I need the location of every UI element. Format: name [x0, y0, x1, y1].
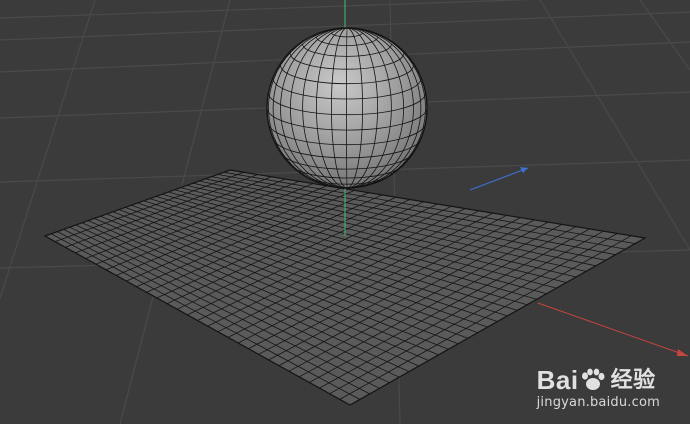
paw-icon: [580, 368, 606, 392]
watermark-url: jingyan.baidu.com: [536, 395, 660, 410]
z-axis-line: [469, 167, 529, 191]
sphere-object[interactable]: [266, 27, 428, 189]
baidu-watermark: Bai 经验 jingyan.baidu.com: [537, 367, 660, 410]
watermark-brand-prefix: Bai: [536, 365, 579, 395]
watermark-logo: Bai 经验: [537, 367, 660, 393]
floor-grid-line: [0, 0, 96, 301]
3d-viewport[interactable]: Bai 经验 jingyan.baidu.com: [0, 0, 690, 424]
x-axis-line: [537, 302, 689, 357]
x-axis-arrow: [677, 349, 688, 356]
floor-grid-line: [639, 0, 690, 71]
viewport-scene[interactable]: [0, 0, 690, 424]
watermark-brand-suffix: 经验: [610, 367, 656, 392]
